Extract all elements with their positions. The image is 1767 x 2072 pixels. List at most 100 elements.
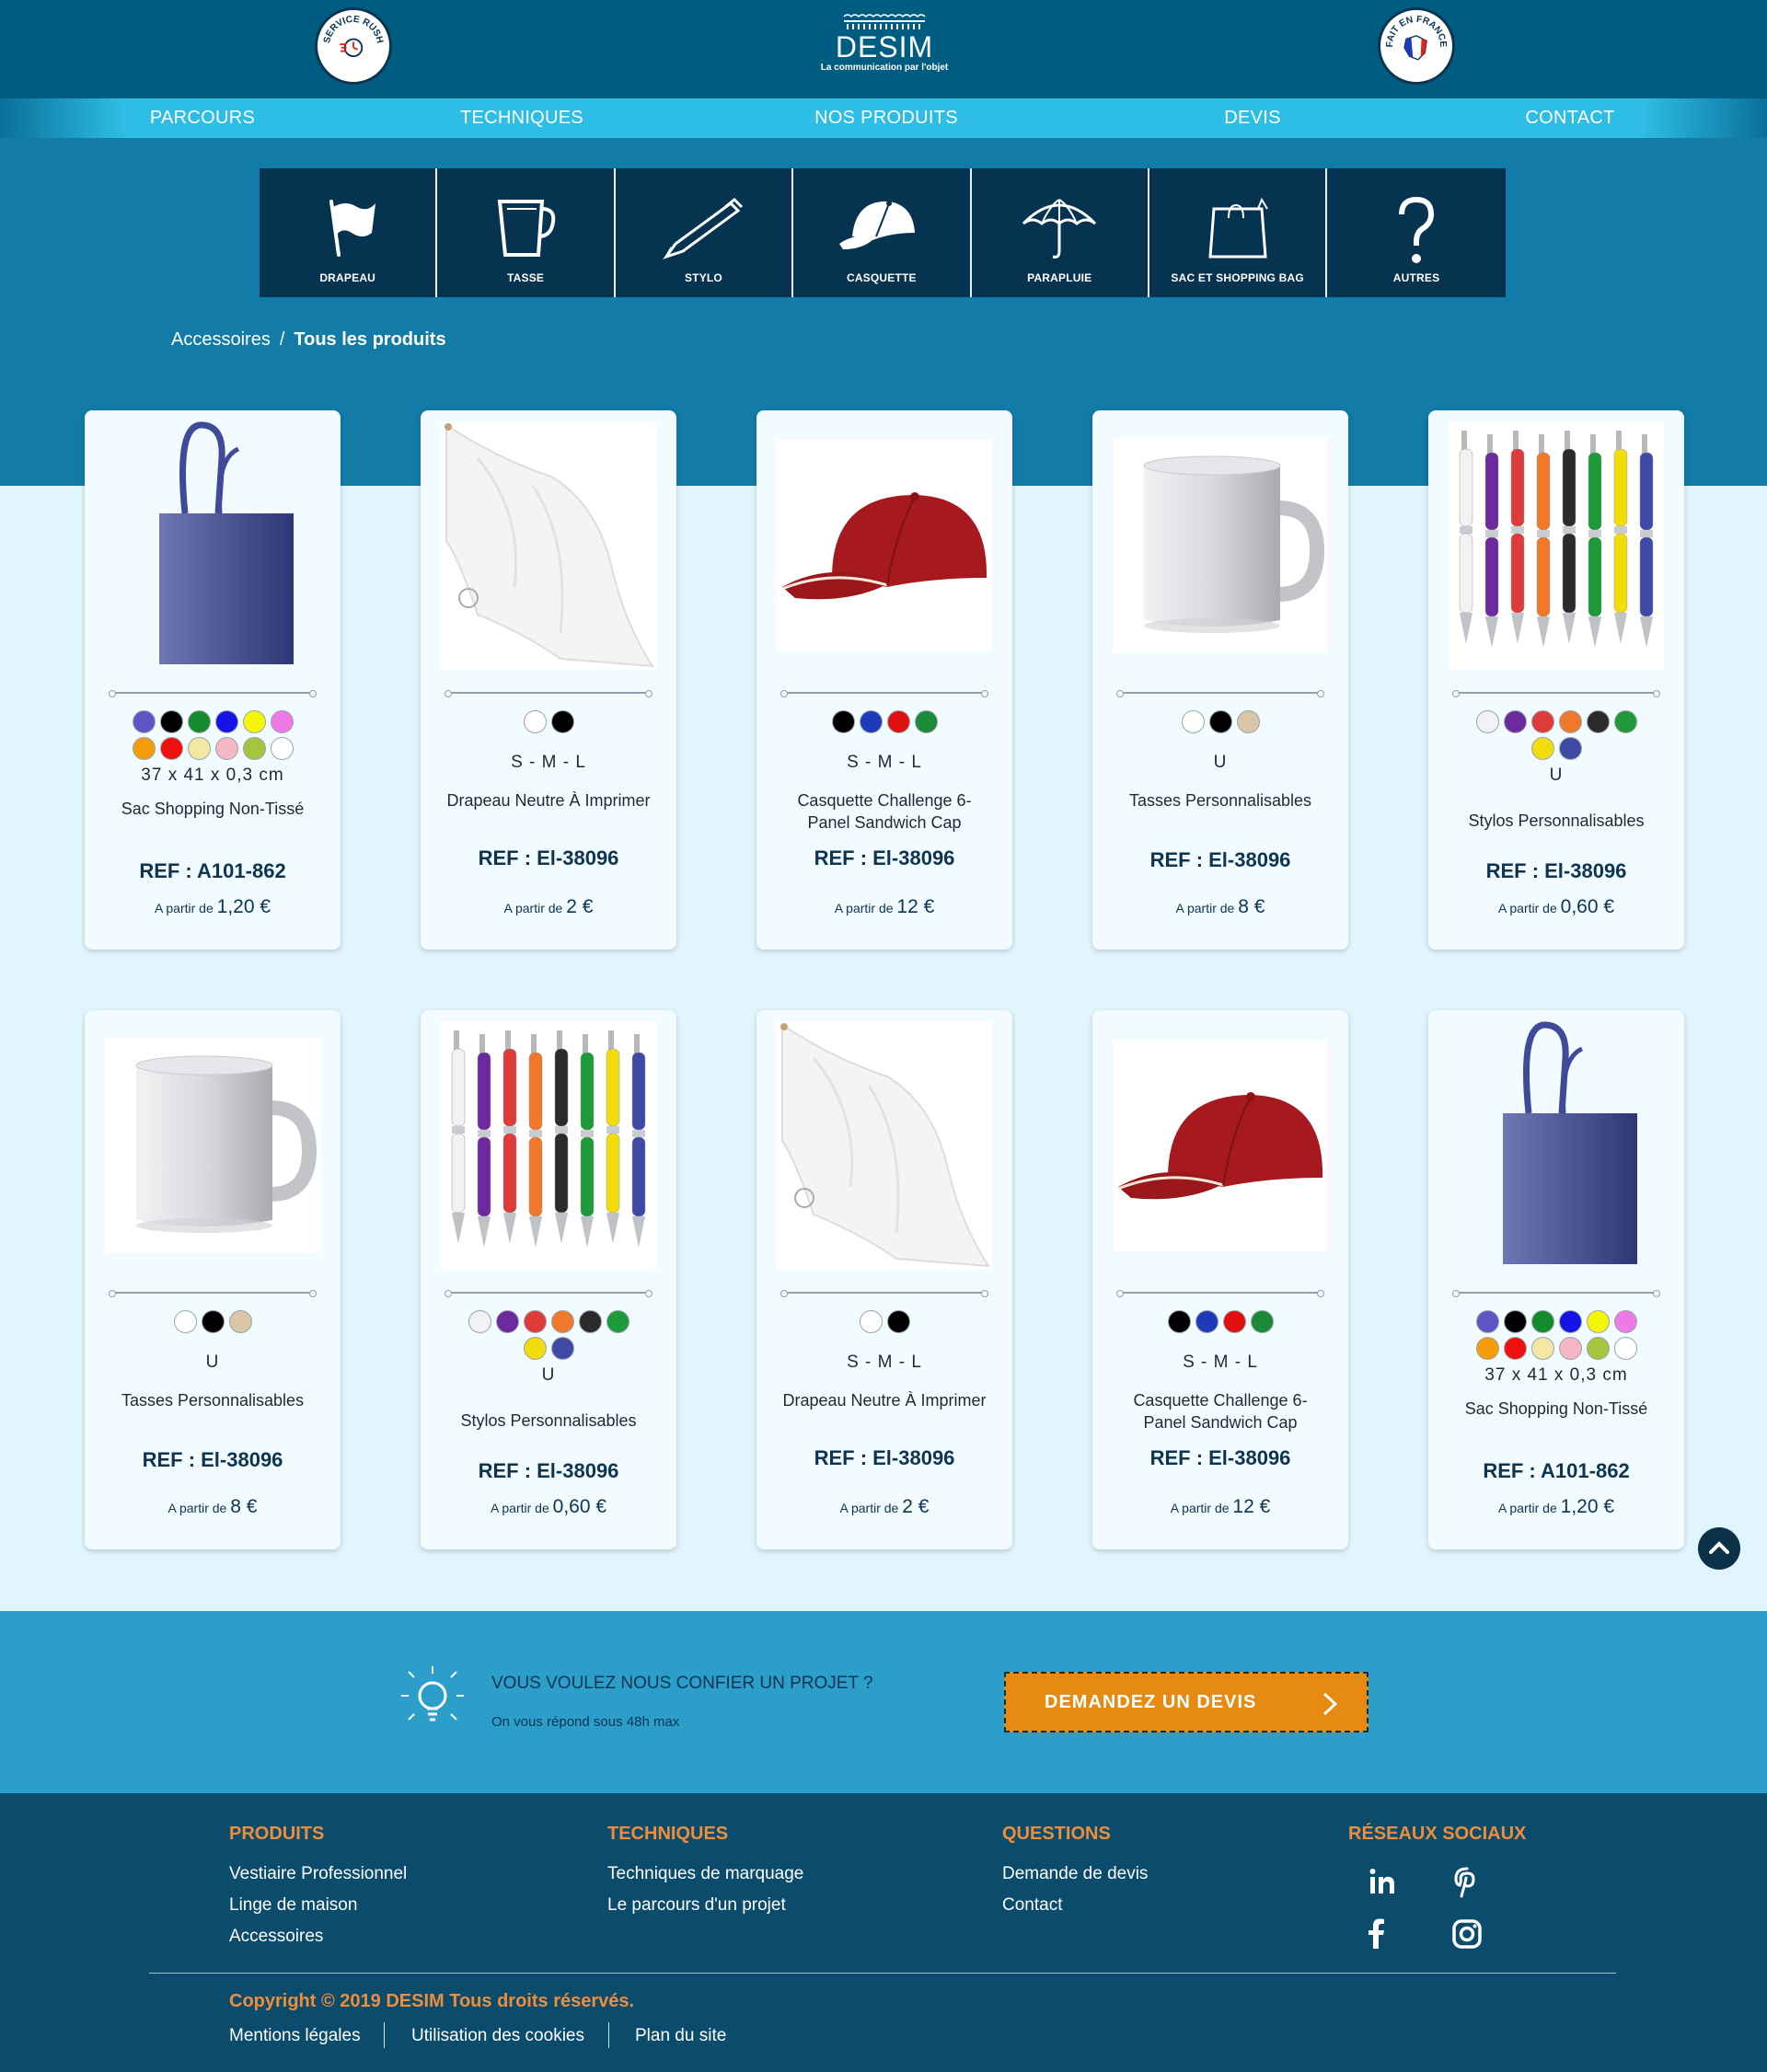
color-swatch[interactable]: [242, 737, 266, 760]
footer-link-techniques-marquage[interactable]: Techniques de marquage: [607, 1864, 803, 1884]
scroll-to-top-button[interactable]: [1698, 1527, 1740, 1570]
product-name[interactable]: Casquette Challenge 6-Panel Sandwich Cap: [1092, 1389, 1348, 1433]
footer-link-demande-devis[interactable]: Demande de devis: [1002, 1864, 1148, 1884]
desim-logo[interactable]: DESIM La communication par l'objet: [820, 11, 949, 86]
category-tasse[interactable]: TASSE: [437, 168, 616, 297]
color-swatch[interactable]: [523, 1310, 547, 1333]
color-swatch[interactable]: [159, 737, 183, 760]
color-swatch[interactable]: [550, 1310, 574, 1333]
footer-link-contact[interactable]: Contact: [1002, 1895, 1062, 1916]
color-swatch[interactable]: [1236, 710, 1260, 733]
product-card[interactable]: U Stylos Personnalisables REF : El-38096 A …: [421, 1010, 676, 1549]
footer-link-accessoires[interactable]: Accessoires: [229, 1927, 323, 1947]
footer-link-parcours-projet[interactable]: Le parcours d'un projet: [607, 1895, 786, 1916]
facebook-icon[interactable]: [1360, 1917, 1393, 1951]
color-swatch[interactable]: [1475, 1310, 1499, 1333]
link-plan-du-site[interactable]: Plan du site: [635, 2026, 726, 2046]
product-name[interactable]: Drapeau Neutre À Imprimer: [756, 1389, 1012, 1411]
color-swatch[interactable]: [1558, 710, 1582, 733]
color-swatch[interactable]: [228, 1310, 252, 1333]
link-utilisation-cookies[interactable]: Utilisation des cookies: [411, 2026, 584, 2046]
color-swatch[interactable]: [1530, 710, 1554, 733]
request-quote-button[interactable]: DEMANDEZ UN DEVIS: [1004, 1672, 1369, 1732]
footer-link-vestiaire[interactable]: Vestiaire Professionnel: [229, 1864, 407, 1884]
color-swatch[interactable]: [1530, 1310, 1554, 1333]
product-image[interactable]: [441, 421, 656, 670]
color-swatch[interactable]: [468, 1310, 491, 1333]
color-swatch[interactable]: [495, 1310, 519, 1333]
color-swatch[interactable]: [523, 710, 547, 733]
color-swatch[interactable]: [1195, 1310, 1218, 1333]
product-card[interactable]: U Stylos Personnalisables REF : El-38096 A …: [1428, 410, 1684, 950]
product-card[interactable]: S - M - L Drapeau Neutre À Imprimer REF : …: [421, 410, 676, 950]
category-parapluie[interactable]: PARAPLUIE: [972, 168, 1149, 297]
color-swatch[interactable]: [1586, 1310, 1610, 1333]
pinterest-icon[interactable]: [1450, 1866, 1484, 1899]
color-swatch[interactable]: [578, 1310, 602, 1333]
product-image[interactable]: [1113, 1021, 1328, 1270]
nav-nos-produits[interactable]: NOS PRODUITS: [814, 108, 958, 129]
color-swatch[interactable]: [1222, 1310, 1246, 1333]
product-name[interactable]: Stylos Personnalisables: [1428, 810, 1684, 832]
product-card[interactable]: S - M - L Drapeau Neutre À Imprimer REF : …: [756, 1010, 1012, 1549]
product-image[interactable]: [441, 1021, 656, 1270]
category-casquette[interactable]: CASQUETTE: [793, 168, 972, 297]
color-swatch[interactable]: [187, 737, 211, 760]
product-card[interactable]: S - M - L Casquette Challenge 6-Panel San…: [756, 410, 1012, 950]
nav-contact[interactable]: CONTACT: [1525, 108, 1614, 129]
color-swatch[interactable]: [1181, 710, 1205, 733]
color-swatch[interactable]: [132, 710, 156, 733]
product-image[interactable]: [105, 421, 320, 670]
color-swatch[interactable]: [1503, 1310, 1527, 1333]
color-swatch[interactable]: [201, 1310, 225, 1333]
color-swatch[interactable]: [1613, 1337, 1637, 1360]
product-name[interactable]: Sac Shopping Non-Tissé: [85, 798, 341, 820]
linkedin-icon[interactable]: [1366, 1866, 1399, 1899]
breadcrumb-parent[interactable]: Accessoires: [171, 329, 271, 350]
color-swatch[interactable]: [1208, 710, 1232, 733]
color-swatch[interactable]: [831, 710, 855, 733]
color-swatch[interactable]: [859, 1310, 883, 1333]
instagram-icon[interactable]: [1450, 1917, 1484, 1951]
color-swatch[interactable]: [1613, 1310, 1637, 1333]
product-name[interactable]: Sac Shopping Non-Tissé: [1428, 1398, 1684, 1420]
nav-devis[interactable]: DEVIS: [1224, 108, 1281, 129]
color-swatch[interactable]: [1250, 1310, 1274, 1333]
product-card[interactable]: U Tasses Personnalisables REF : El-38096 A …: [1092, 410, 1348, 950]
color-swatch[interactable]: [1475, 1337, 1499, 1360]
color-swatch[interactable]: [1558, 737, 1582, 760]
category-stylo[interactable]: STYLO: [616, 168, 794, 297]
color-swatch[interactable]: [132, 737, 156, 760]
category-sac-et-shopping-bag[interactable]: SAC ET SHOPPING BAG: [1149, 168, 1328, 297]
product-name[interactable]: Stylos Personnalisables: [421, 1410, 676, 1432]
color-swatch[interactable]: [523, 1337, 547, 1360]
product-card[interactable]: S - M - L Casquette Challenge 6-Panel San…: [1092, 1010, 1348, 1549]
color-swatch[interactable]: [270, 710, 294, 733]
product-image[interactable]: [777, 421, 992, 670]
product-name[interactable]: Tasses Personnalisables: [85, 1389, 341, 1411]
color-swatch[interactable]: [173, 1310, 197, 1333]
product-image[interactable]: [105, 1021, 320, 1270]
color-swatch[interactable]: [214, 737, 238, 760]
link-mentions-legales[interactable]: Mentions légales: [229, 2026, 361, 2046]
product-name[interactable]: Casquette Challenge 6-Panel Sandwich Cap: [756, 789, 1012, 834]
product-image[interactable]: [1449, 1021, 1664, 1270]
product-image[interactable]: [1449, 421, 1664, 670]
nav-parcours[interactable]: PARCOURS: [150, 108, 255, 129]
color-swatch[interactable]: [1586, 710, 1610, 733]
product-image[interactable]: [1113, 421, 1328, 670]
color-swatch[interactable]: [859, 710, 883, 733]
color-swatch[interactable]: [187, 710, 211, 733]
color-swatch[interactable]: [550, 710, 574, 733]
product-name[interactable]: Drapeau Neutre À Imprimer: [421, 789, 676, 812]
color-swatch[interactable]: [1503, 710, 1527, 733]
color-swatch[interactable]: [886, 1310, 910, 1333]
color-swatch[interactable]: [159, 710, 183, 733]
nav-techniques[interactable]: TECHNIQUES: [460, 108, 583, 129]
product-name[interactable]: Tasses Personnalisables: [1092, 789, 1348, 812]
color-swatch[interactable]: [1530, 1337, 1554, 1360]
product-image[interactable]: [777, 1021, 992, 1270]
color-swatch[interactable]: [1503, 1337, 1527, 1360]
footer-link-linge[interactable]: Linge de maison: [229, 1895, 357, 1916]
color-swatch[interactable]: [1530, 737, 1554, 760]
